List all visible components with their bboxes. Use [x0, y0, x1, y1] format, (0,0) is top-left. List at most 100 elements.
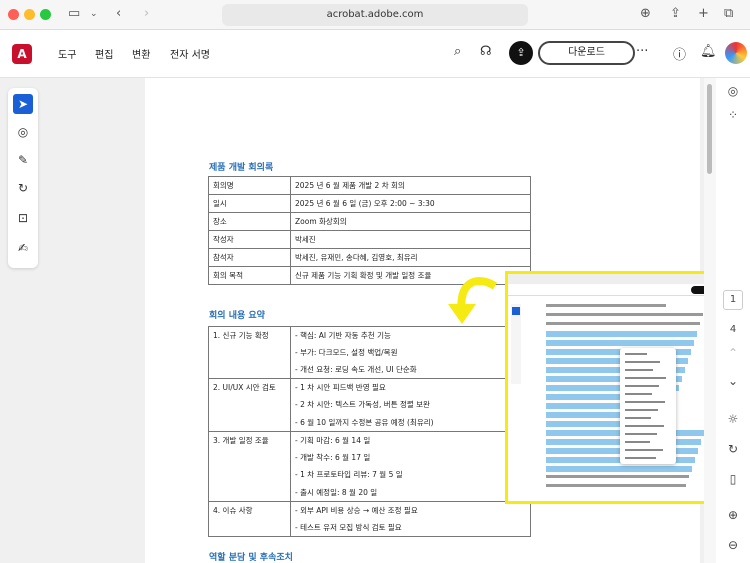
- info-label: 참석자: [208, 248, 291, 267]
- inset-menu-item: [625, 393, 652, 395]
- inset-menu-item: [625, 369, 653, 371]
- summary-row: 4. 이슈 사항 - 외부 API 비용 상승 → 예산 조정 필요: [208, 500, 531, 537]
- next-page-button[interactable]: ⌄: [724, 374, 742, 388]
- menu-tools[interactable]: 도구: [58, 46, 76, 61]
- share-icon[interactable]: ⇪: [670, 6, 681, 21]
- current-page-input[interactable]: 1: [723, 290, 743, 310]
- summary-topic: 4. 이슈 사항: [208, 500, 291, 537]
- inset-menu-item: [625, 457, 656, 459]
- lasso-tool-icon[interactable]: ↻: [13, 178, 33, 198]
- info-row: 일시 2025 년 6 월 6 일 (금) 오후 2:00 ~ 3:30: [208, 194, 531, 213]
- summary-item: - 테스트 유저 모집 방식 검토 필요: [290, 518, 531, 537]
- heading-meeting-minutes: 제품 개발 회의록: [209, 163, 274, 173]
- minimize-window-button[interactable]: [24, 9, 35, 20]
- info-row: 장소 Zoom 화상회의: [208, 212, 531, 231]
- sidebar-icon[interactable]: ▭: [68, 6, 80, 21]
- menu-convert[interactable]: 변환: [132, 46, 150, 61]
- zoom-in-icon[interactable]: ⊕: [724, 508, 742, 522]
- new-tab-icon[interactable]: +: [698, 6, 709, 21]
- inset-context-menu: [620, 348, 676, 464]
- heading-summary: 회의 내용 요약: [209, 311, 265, 321]
- info-value: 2025 년 6 월 6 일 (금) 오후 2:00 ~ 3:30: [290, 194, 531, 213]
- zoom-window-button[interactable]: [40, 9, 51, 20]
- sign-tool-icon[interactable]: ✍: [13, 238, 33, 258]
- tabs-overview-icon[interactable]: ⧉: [724, 6, 733, 21]
- summary-item: - 6 월 10 일까지 수정본 공유 예정 (최유리): [290, 413, 531, 432]
- inset-menu-item: [625, 449, 663, 451]
- info-label: 일시: [208, 194, 291, 213]
- inset-highlighted-line: [546, 466, 692, 472]
- back-button[interactable]: ‹: [116, 6, 121, 21]
- comment-tool-icon[interactable]: ◎: [13, 122, 33, 142]
- inset-menu-item: [625, 409, 658, 411]
- headphones-icon[interactable]: ☊: [480, 44, 492, 59]
- info-value: Zoom 화상회의: [290, 212, 531, 231]
- inset-text-line: [546, 304, 666, 307]
- summary-item: - 1 차 시안 피드백 반영 필요: [290, 378, 531, 397]
- summary-row: 3. 개발 일정 조율 - 기획 마감: 6 월 14 일: [208, 430, 531, 502]
- yellow-arrow-icon: [448, 277, 498, 324]
- meeting-info-table: 회의명 2025 년 6 월 제품 개발 2 차 회의 일시 2025 년 6 월 6…: [208, 176, 531, 285]
- summary-item: - 부가: 다크모드, 설정 백업/복원: [290, 344, 531, 362]
- info-label: 회의 목적: [208, 266, 291, 285]
- inset-header: [508, 284, 712, 296]
- inset-text-line: [546, 313, 703, 316]
- inset-menu-item: [625, 425, 664, 427]
- inset-menu-item: [625, 353, 647, 355]
- grid-view-icon[interactable]: ⁘: [724, 108, 742, 122]
- address-bar[interactable]: acrobat.adobe.com: [222, 4, 528, 26]
- info-row: 회의명 2025 년 6 월 제품 개발 2 차 회의: [208, 176, 531, 195]
- right-toolbar: ◎ ⁘ 1 4 ⌃ ⌄ ☼ ↻ ▯ ⊕ ⊖: [716, 78, 750, 563]
- inset-menu-item: [625, 401, 665, 403]
- text-box-tool-icon[interactable]: ⊡: [13, 208, 33, 228]
- info-value: 2025 년 6 월 제품 개발 2 차 회의: [290, 176, 531, 195]
- browser-toolbar: ▭ ⌄ ‹ › acrobat.adobe.com ⊕ ⇪ + ⧉: [0, 0, 750, 30]
- menu-edit[interactable]: 편집: [95, 46, 113, 61]
- close-window-button[interactable]: [8, 9, 19, 20]
- zoom-out-icon[interactable]: ⊖: [724, 538, 742, 552]
- inset-tab-bar: [508, 274, 712, 284]
- share-button[interactable]: ⇪: [509, 41, 533, 65]
- menu-e-sign[interactable]: 전자 서명: [170, 46, 210, 61]
- inset-menu-item: [625, 417, 651, 419]
- page-fit-icon[interactable]: ▯: [724, 472, 742, 486]
- summary-item: - 2 차 시안: 텍스트 가독성, 버튼 정렬 보완: [290, 396, 531, 414]
- help-icon[interactable]: ⓘ: [673, 44, 686, 63]
- inset-highlighted-line: [546, 331, 697, 337]
- previous-page-button[interactable]: ⌃: [724, 346, 742, 360]
- summary-table: 1. 신규 기능 확정 - 핵심: AI 기반 자동 추천 기능 - 부가: 다크모…: [208, 325, 531, 537]
- select-tool-icon[interactable]: ➤: [13, 94, 33, 114]
- adobe-acrobat-logo[interactable]: A: [12, 44, 32, 64]
- heading-roles: 역할 분담 및 후속조치: [209, 553, 293, 563]
- info-label: 장소: [208, 212, 291, 231]
- total-pages: 4: [729, 324, 737, 335]
- download-icon[interactable]: ⊕: [640, 6, 651, 21]
- summary-item: - 출시 예정일: 8 월 20 일: [290, 483, 531, 502]
- info-row: 참석자 박세진, 유재민, 송다혜, 김영호, 최유리: [208, 248, 531, 267]
- more-options-icon[interactable]: ···: [636, 44, 648, 59]
- summary-topic: 1. 신규 기능 확정: [208, 325, 291, 380]
- summary-item: - 개발 착수: 6 월 17 일: [290, 448, 531, 467]
- chevron-down-icon[interactable]: ⌄: [90, 9, 98, 19]
- info-value: 박세진, 유재민, 송다혜, 김영호, 최유리: [290, 248, 531, 267]
- search-icon[interactable]: ⌕: [454, 44, 461, 59]
- download-button[interactable]: 다운로드: [538, 41, 635, 65]
- forward-button[interactable]: ›: [144, 6, 149, 21]
- avatar[interactable]: [725, 42, 747, 64]
- rotate-icon[interactable]: ↻: [724, 442, 742, 456]
- summary-topic: 2. UI/UX 시안 검토: [208, 378, 291, 432]
- info-label: 회의명: [208, 176, 291, 195]
- ai-assistant-icon[interactable]: ◎: [724, 84, 742, 98]
- inset-menu-item: [625, 361, 660, 363]
- inset-text-line: [546, 322, 700, 325]
- brightness-icon[interactable]: ☼: [724, 412, 742, 426]
- summary-item: - 기획 마감: 6 월 14 일: [290, 430, 531, 449]
- pen-tool-icon[interactable]: ✎: [13, 150, 33, 170]
- inset-menu-item: [625, 385, 659, 387]
- acrobat-header: A 도구 편집 변환 전자 서명 ⌕ ☊ ⇪ 다운로드 ··· ⓘ 🔔︎: [0, 30, 750, 78]
- info-value: 박세진: [290, 230, 531, 249]
- inset-highlighted-line: [546, 340, 694, 346]
- bell-icon[interactable]: 🔔︎: [700, 44, 717, 59]
- inset-menu-item: [625, 377, 666, 379]
- scrollbar-thumb[interactable]: [707, 84, 712, 174]
